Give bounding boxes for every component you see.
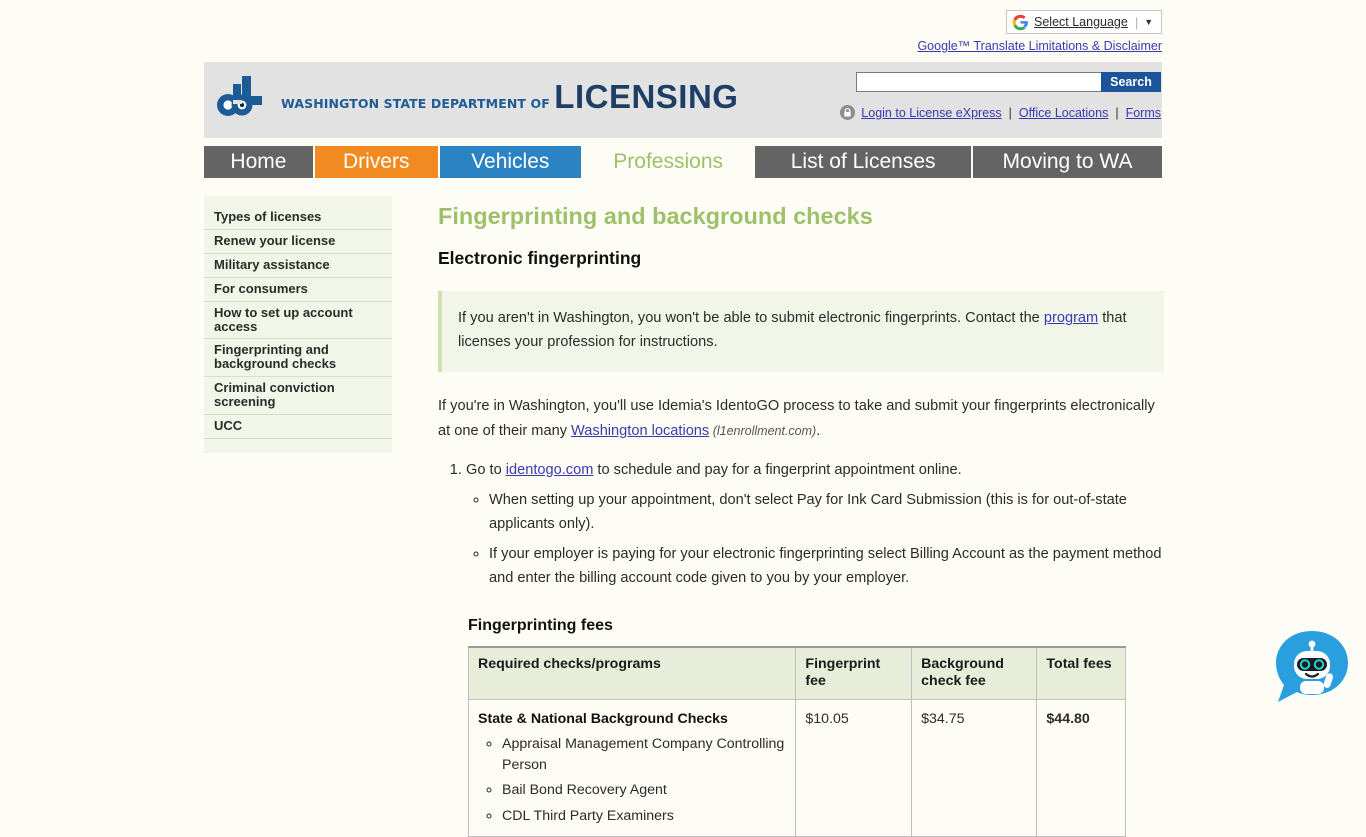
sidebar-menu: Types of licenses Renew your license Mil… (204, 196, 392, 453)
google-translate-bar: Select Language | ▼ Google™ Translate Li… (0, 0, 1366, 58)
program-list-item: CDL Third Party Examiners (502, 806, 787, 827)
sidebar-item-for-consumers[interactable]: For consumers (204, 278, 392, 302)
main-navigation: Home Drivers Vehicles Professions List o… (204, 146, 1163, 178)
substep-item: If your employer is paying for your elec… (489, 542, 1164, 590)
program-link[interactable]: program (1044, 310, 1098, 326)
sidebar-item-fingerprinting-and-background-checks[interactable]: Fingerprinting and background checks (204, 339, 392, 378)
logo-line-1: WASHINGTON STATE DEPARTMENT OF (281, 95, 550, 111)
search-form: Search (856, 72, 1161, 92)
office-locations-link[interactable]: Office Locations (1019, 106, 1108, 120)
select-language-widget[interactable]: Select Language | ▼ (1006, 10, 1162, 34)
page-root: Select Language | ▼ Google™ Translate Li… (0, 0, 1366, 837)
utility-links: Login to License eXpress | Office Locati… (840, 105, 1161, 120)
program-list-item: Appraisal Management Company Controlling… (502, 734, 787, 775)
column-header-background-check-fee: Background check fee (911, 645, 1038, 700)
intro-paragraph: If you're in Washington, you'll use Idem… (438, 394, 1164, 442)
nav-tab-vehicles[interactable]: Vehicles (439, 146, 582, 178)
sidebar-item-how-to-set-up-account-access[interactable]: How to set up account access (204, 302, 392, 340)
logo-line-2: LICENSING (554, 77, 739, 115)
column-header-total-fees: Total fees (1036, 645, 1126, 700)
info-callout: If you aren't in Washington, you won't b… (438, 291, 1164, 373)
sidebar-item-renew-your-license[interactable]: Renew your license (204, 230, 392, 254)
nav-tab-home[interactable]: Home (204, 146, 313, 178)
substeps-list: When setting up your appointment, don't … (466, 488, 1164, 591)
chevron-down-icon[interactable]: ▼ (1144, 17, 1153, 27)
intro-text-after: . (816, 422, 821, 439)
substep-item: When setting up your appointment, don't … (489, 488, 1164, 536)
program-list-item: Bail Bond Recovery Agent (502, 780, 787, 801)
site-logo[interactable]: WASHINGTON STATE DEPARTMENT OF LICENSING (216, 74, 738, 118)
sidebar-item-criminal-conviction-screening[interactable]: Criminal conviction screening (204, 377, 392, 416)
program-group-title: State & National Background Checks (478, 710, 728, 727)
nav-tab-drivers[interactable]: Drivers (314, 146, 438, 178)
nav-tab-moving-to-wa[interactable]: Moving to WA (972, 146, 1163, 178)
translate-disclaimer-link[interactable]: Google™ Translate Limitations & Disclaim… (917, 39, 1162, 53)
dol-monogram-icon (216, 74, 268, 118)
sidebar-item-ucc[interactable]: UCC (204, 415, 392, 439)
main-content: Fingerprinting and background checks Ele… (438, 196, 1164, 837)
nav-tab-list-of-licenses[interactable]: List of Licenses (755, 146, 971, 178)
column-header-fingerprint-fee: Fingerprint fee (795, 645, 913, 700)
utility-separator-1: | (1008, 105, 1012, 120)
forms-link[interactable]: Forms (1126, 106, 1161, 120)
translate-disclaimer: Google™ Translate Limitations & Disclaim… (0, 39, 1162, 53)
identogo-link[interactable]: identogo.com (506, 462, 594, 478)
google-logo-icon (1012, 14, 1029, 31)
sidebar-item-military-assistance[interactable]: Military assistance (204, 254, 392, 278)
fingerprinting-fees-table: Required checks/programs Fingerprint fee… (467, 645, 1126, 837)
header-band: WASHINGTON STATE DEPARTMENT OF LICENSING… (204, 62, 1162, 138)
chat-assistant-icon (1276, 631, 1348, 702)
logo-wordmark: WASHINGTON STATE DEPARTMENT OF LICENSING (281, 80, 738, 113)
program-list: Appraisal Management Company Controlling… (478, 734, 787, 826)
step-text-before: Go to (466, 461, 506, 478)
page-title: Fingerprinting and background checks (438, 203, 873, 229)
washington-locations-link[interactable]: Washington locations (571, 423, 709, 439)
table-header-row: Required checks/programs Fingerprint fee… (467, 645, 1126, 700)
login-license-express-link[interactable]: Login to License eXpress (861, 106, 1001, 120)
intro-citation: (l1enrollment.com) (709, 423, 817, 438)
fees-table-head: Required checks/programs Fingerprint fee… (467, 645, 1126, 700)
chat-assistant-button[interactable] (1270, 625, 1354, 709)
step-item: Go to identogo.com to schedule and pay f… (466, 458, 1164, 591)
nav-tab-professions[interactable]: Professions (583, 146, 754, 178)
sidebar-item-types-of-licenses[interactable]: Types of licenses (204, 206, 392, 230)
lock-icon (840, 105, 856, 120)
utility-separator-2: | (1115, 105, 1119, 120)
callout-text-before: If you aren't in Washington, you won't b… (458, 310, 1044, 327)
section-title: Electronic fingerprinting (438, 248, 642, 269)
search-input[interactable] (856, 72, 1101, 92)
select-language-divider: | (1134, 14, 1139, 30)
site-header-container: WASHINGTON STATE DEPARTMENT OF LICENSING… (204, 62, 1163, 178)
fees-table-title: Fingerprinting fees (468, 616, 613, 634)
step-text-after: to schedule and pay for a fingerprint ap… (593, 461, 962, 478)
steps-list: Go to identogo.com to schedule and pay f… (438, 458, 1164, 591)
search-button[interactable]: Search (1101, 72, 1161, 92)
select-language-label: Select Language (1034, 15, 1128, 29)
column-header-required-checks: Required checks/programs (467, 645, 797, 700)
